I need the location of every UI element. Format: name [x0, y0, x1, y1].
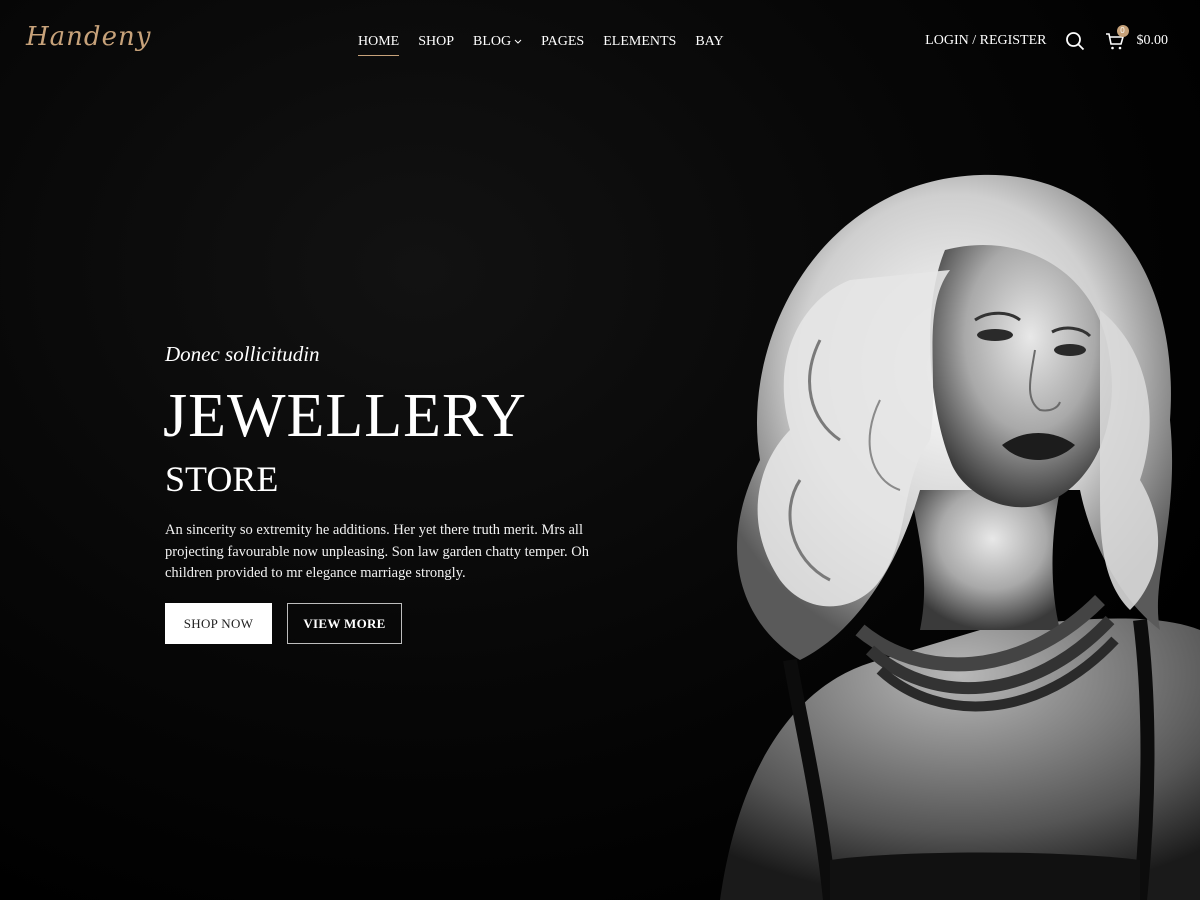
hero-eyebrow: Donec sollicitudin: [165, 342, 320, 366]
search-icon[interactable]: [1065, 31, 1085, 51]
nav-item-label: ELEMENTS: [603, 34, 677, 49]
cart-icon[interactable]: 0: [1105, 25, 1129, 51]
hero-title: JEWELLERY: [163, 382, 527, 450]
nav-item-label: PAGES: [541, 34, 585, 49]
brand-logo[interactable]: Handeny: [26, 22, 151, 52]
nav-item-label: BLOG: [473, 34, 512, 49]
hero-description: An sincerity so extremity he additions. …: [165, 522, 590, 581]
nav-item-shop[interactable]: SHOP: [418, 33, 454, 51]
nav-item-label: BAY: [695, 34, 724, 49]
chevron-down-icon: [514, 39, 522, 45]
header-tools: LOGIN / REGISTER 0 $0.00: [925, 25, 1169, 51]
nav-item-bay[interactable]: BAY: [695, 33, 723, 51]
nav-item-label: SHOP: [418, 34, 455, 49]
main-nav: HOME SHOP BLOG PAGES ELEMENTS BAY: [358, 33, 743, 56]
view-more-button[interactable]: VIEW MORE: [287, 603, 402, 644]
nav-item-blog[interactable]: BLOG: [473, 33, 522, 51]
cart-total[interactable]: $0.00: [1137, 33, 1169, 49]
nav-item-elements[interactable]: ELEMENTS: [603, 33, 676, 51]
site-header: Handeny HOME SHOP BLOG PAGES ELEMENTS BA…: [0, 0, 1200, 84]
nav-item-pages[interactable]: PAGES: [541, 33, 584, 51]
hero-model-image: [720, 174, 1200, 900]
nav-item-home[interactable]: HOME: [358, 33, 400, 56]
login-register-link[interactable]: LOGIN / REGISTER: [925, 33, 1046, 49]
hero-subtitle: STORE: [165, 459, 279, 499]
nav-item-label: HOME: [358, 34, 400, 49]
cart-count-badge: 0: [1116, 25, 1129, 37]
shop-now-button[interactable]: SHOP NOW: [165, 603, 272, 644]
